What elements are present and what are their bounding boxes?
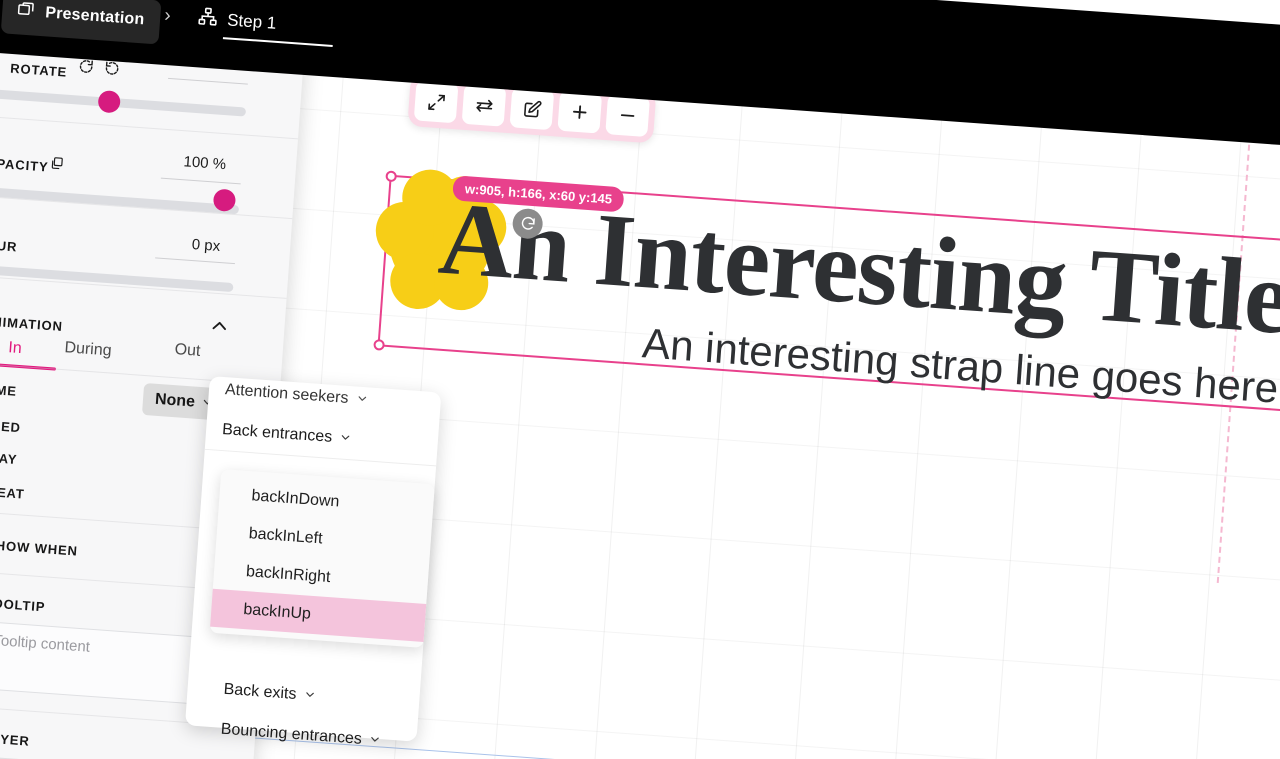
chevron-down-icon [356,393,368,408]
breadcrumb-separator: › [163,4,172,27]
rotate-label: ROTATE [9,60,68,80]
animation-dropdown[interactable]: Attention seekers Back entrances backInD… [184,376,450,759]
chevron-down-icon [304,689,316,704]
animation-speed-label: SPEED [0,416,22,436]
copy-icon[interactable] [49,156,64,176]
rotate-slider-thumb[interactable] [97,89,121,114]
dropdown-item-list[interactable]: backInDown backInLeft backInRight backIn… [209,469,435,648]
dropdown-outer-panel: Attention seekers Back entrances backInD… [184,376,442,748]
replace-button[interactable] [461,83,507,127]
animation-name-value: None [154,390,196,411]
opacity-label: OPACITY [0,155,50,175]
chevron-up-icon[interactable] [208,316,230,342]
tabs-divider [0,363,231,383]
breadcrumb-step-label: Step 1 [226,10,277,33]
edit-button[interactable] [509,87,555,131]
active-crumb-underline [222,37,333,47]
tooltip-input[interactable]: Tooltip content [0,621,205,705]
tab-in[interactable]: In [8,339,23,358]
dropdown-group-label: Back exits [223,680,297,703]
tooltip-label: TOOLTIP [0,595,46,615]
hierarchy-icon [196,5,219,32]
rotate-input-underline [167,77,248,85]
windows-icon [15,0,36,25]
blur-input-underline [155,257,235,265]
dropdown-group-label: Attention seekers [224,381,349,407]
animation-delay-label: DELAY [0,448,18,468]
show-when-label: SHOW WHEN [0,537,79,559]
opacity-value[interactable]: 100 % [121,149,227,173]
breadcrumb-step[interactable]: Step 1 [196,5,277,37]
opacity-input-underline [160,177,241,185]
breadcrumb-presentation-label: Presentation [44,4,145,29]
animation-label: ANIMATION [0,313,64,334]
animation-repeat-label: REPEAT [0,482,26,502]
duplicate-button[interactable] [557,90,603,134]
rotate-cw-icon[interactable] [77,57,96,80]
chevron-down-icon [369,733,381,748]
layer-label: LAYER [0,730,31,749]
chevron-down-icon [340,431,352,446]
blur-value[interactable]: 0 px [115,231,221,255]
resize-handle-top-left[interactable] [385,170,398,183]
rotate-slider-track[interactable] [0,89,247,117]
breadcrumb-presentation[interactable]: Presentation [0,0,162,45]
dropdown-group-label: Back entrances [221,421,333,446]
blur-label: BLUR [0,236,18,255]
animation-name-label: NAME [0,380,18,399]
fit-size-button[interactable] [413,80,459,124]
dropdown-group-label: Bouncing entrances [220,720,363,748]
tab-during[interactable]: During [64,339,112,360]
remove-button[interactable] [605,94,651,138]
tab-out[interactable]: Out [174,341,201,361]
rotate-ccw-icon[interactable] [103,59,122,82]
